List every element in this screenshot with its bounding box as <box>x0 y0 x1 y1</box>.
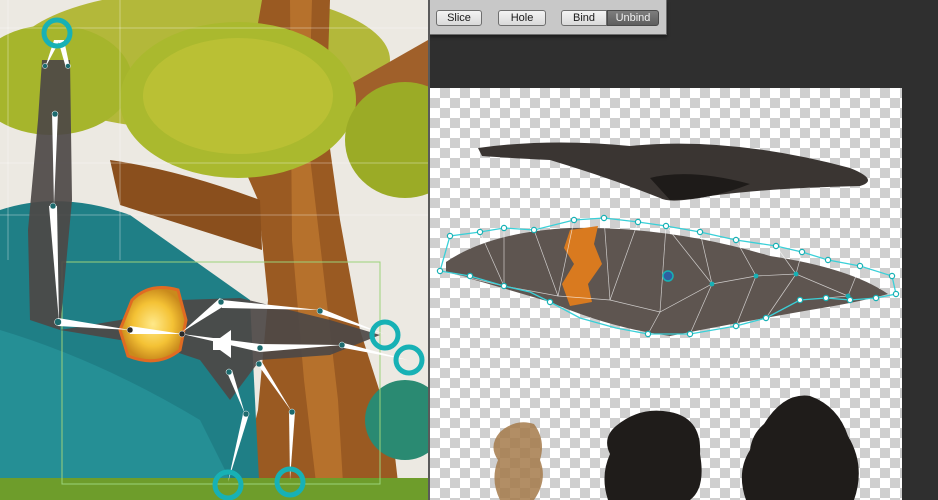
joint-0[interactable] <box>42 63 48 69</box>
sprite-dark-blob-right[interactable] <box>741 395 859 500</box>
foliage-center-light <box>143 38 333 154</box>
sprite-dark-blob-left[interactable] <box>604 410 702 500</box>
joint-6[interactable] <box>178 330 186 338</box>
joint-9[interactable] <box>256 344 264 352</box>
scene-canvas[interactable] <box>0 0 428 500</box>
bind-button[interactable]: Bind <box>561 10 607 26</box>
joint-13[interactable] <box>255 360 263 368</box>
joint-8[interactable] <box>316 307 324 315</box>
joint-14[interactable] <box>288 408 296 416</box>
joint-4[interactable] <box>54 318 62 326</box>
scene-viewport[interactable] <box>0 0 428 500</box>
mesh-toolbar: Slice Hole Bind Unbind <box>430 0 667 35</box>
joint-12[interactable] <box>242 410 250 418</box>
sprite-atlas-canvas[interactable] <box>430 88 902 500</box>
bind-toggle-group: Bind Unbind <box>561 10 661 28</box>
joint-11[interactable] <box>225 368 233 376</box>
atlas-sprites[interactable] <box>430 88 902 500</box>
joint-10[interactable] <box>338 341 346 349</box>
sprite-brown-blob[interactable] <box>493 422 543 500</box>
joint-2[interactable] <box>51 110 59 118</box>
joint-1[interactable] <box>65 63 71 69</box>
joint-5[interactable] <box>126 326 134 334</box>
mesh-pivot-icon[interactable] <box>662 270 674 282</box>
joint-3[interactable] <box>49 202 57 210</box>
hole-button[interactable]: Hole <box>498 10 546 26</box>
sprite-editor-panel[interactable]: Slice Hole Bind Unbind <box>430 0 938 500</box>
unbind-button[interactable]: Unbind <box>607 10 659 26</box>
sprite-mesh-body[interactable] <box>446 227 888 336</box>
joint-7[interactable] <box>217 298 225 306</box>
slice-button[interactable]: Slice <box>436 10 482 26</box>
